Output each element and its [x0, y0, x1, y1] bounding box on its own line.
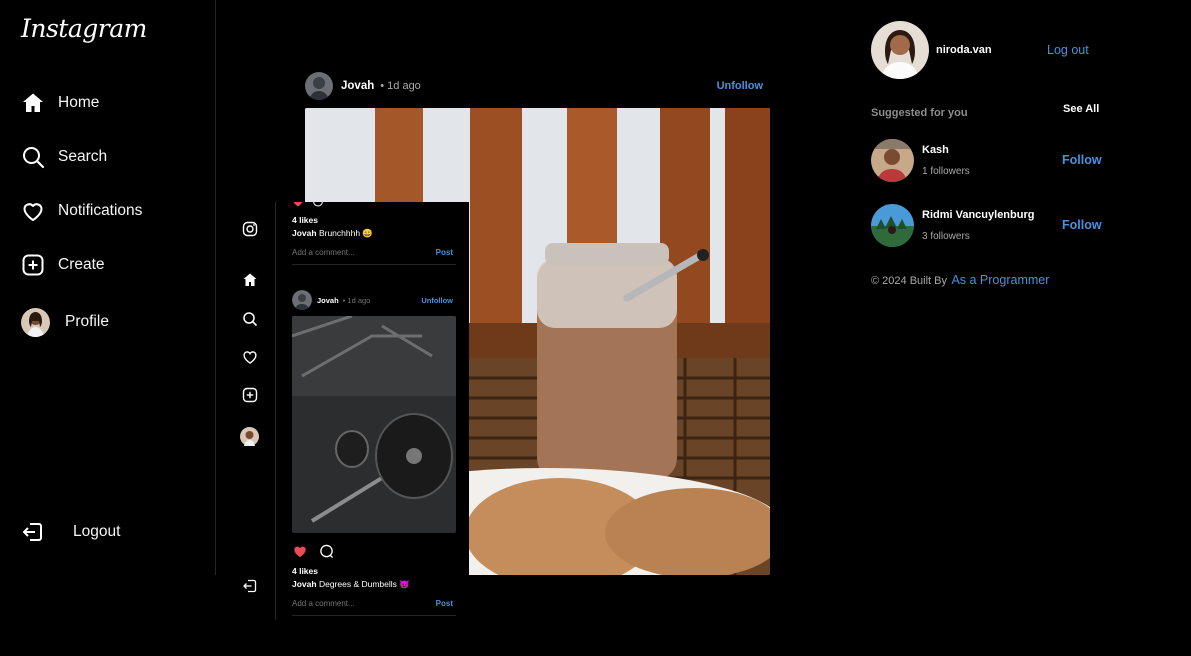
likes-count: 4 likes: [292, 215, 318, 225]
comment-icon[interactable]: [312, 202, 324, 208]
sidebar-item-label: Home: [58, 94, 100, 111]
logout-link[interactable]: Log out: [1047, 43, 1089, 57]
plus-square-icon[interactable]: [242, 387, 258, 403]
caption-username[interactable]: Jovah: [292, 228, 317, 238]
suggested-header: Suggested for you See All: [871, 103, 1101, 121]
mobile-nav-rail: [230, 202, 276, 620]
avatar[interactable]: [292, 290, 312, 310]
like-icon[interactable]: [292, 544, 308, 559]
sidebar-item-label: Profile: [65, 313, 109, 330]
logout-icon: [22, 523, 42, 541]
suggestion-item: Kash 1 followers Follow: [871, 138, 1102, 182]
post-caption: Jovah Degrees & Dumbells 😈: [292, 579, 456, 590]
sidebar-item-label: Create: [58, 256, 105, 273]
avatar[interactable]: [871, 138, 914, 182]
avatar[interactable]: [305, 72, 333, 100]
heart-icon: [23, 203, 43, 221]
post-actions: [292, 544, 334, 559]
suggestion-info: Kash 1 followers: [922, 144, 970, 177]
caption-username[interactable]: Jovah: [292, 579, 317, 589]
suggestion-followers: 3 followers: [922, 230, 970, 242]
post-username[interactable]: Jovah: [341, 80, 374, 92]
suggestion-item: Ridmi Vancuylenburg 3 followers Follow: [871, 203, 1102, 247]
follow-button[interactable]: Follow: [1062, 153, 1102, 167]
post-username[interactable]: Jovah: [317, 296, 339, 305]
footer-text: © 2024 Built By: [871, 275, 947, 287]
search-icon: [23, 147, 45, 169]
footer: © 2024 Built By As a Programmer: [871, 271, 1101, 289]
post-header: Jovah • 1d ago Unfollow: [305, 72, 770, 100]
suggested-title: Suggested for you: [871, 107, 968, 119]
avatar[interactable]: [871, 21, 929, 79]
sidebar-item-label: Search: [58, 148, 108, 165]
sidebar-item-search[interactable]: Search: [21, 142, 107, 172]
suggestion-name[interactable]: Ridmi Vancuylenburg: [922, 209, 1034, 221]
caption-text: Degrees & Dumbells 😈: [318, 579, 410, 589]
instagram-logo[interactable]: Instagram: [21, 14, 147, 43]
avatar: [21, 307, 50, 337]
sidebar-item-home[interactable]: Home: [21, 88, 99, 118]
sidebar-item-profile[interactable]: Profile: [21, 307, 109, 337]
sidebar: Instagram Home Search Notifications Crea…: [0, 0, 216, 575]
unfollow-button[interactable]: Unfollow: [717, 80, 763, 92]
suggestion-info: Ridmi Vancuylenburg 3 followers: [922, 209, 1034, 242]
home-icon[interactable]: [242, 272, 258, 288]
unfollow-button[interactable]: Unfollow: [421, 296, 453, 305]
logout-button[interactable]: Logout: [21, 517, 120, 547]
comment-row: Add a comment... Post: [292, 598, 456, 616]
suggestion-followers: 1 followers: [922, 165, 970, 177]
post-time: • 1d ago: [380, 80, 421, 92]
post-comment-button[interactable]: Post: [436, 599, 453, 608]
mobile-preview: 4 likes Jovah Brunchhhh 😄 Add a comment.…: [230, 202, 469, 620]
comment-icon[interactable]: [319, 544, 334, 559]
comment-input[interactable]: Add a comment...: [292, 599, 355, 608]
footer-link[interactable]: As a Programmer: [951, 273, 1049, 287]
current-user: niroda.van Log out: [871, 20, 1101, 80]
sidebar-item-create[interactable]: Create: [21, 250, 105, 280]
current-username[interactable]: niroda.van: [936, 44, 992, 56]
post-time: • 1d ago: [342, 295, 371, 305]
previous-post-actions: [292, 202, 324, 208]
post-caption: Jovah Brunchhhh 😄: [292, 228, 456, 239]
search-icon[interactable]: [242, 311, 258, 327]
logout-icon[interactable]: [242, 578, 258, 594]
mobile-post-header: Jovah • 1d ago Unfollow: [292, 290, 456, 310]
avatar[interactable]: [240, 427, 259, 446]
like-icon[interactable]: [292, 202, 304, 208]
instagram-glyph-icon[interactable]: [242, 221, 258, 237]
likes-count: 4 likes: [292, 566, 318, 576]
post-comment-button[interactable]: Post: [436, 248, 453, 257]
sidebar-item-notifications[interactable]: Notifications: [21, 196, 142, 226]
post-image[interactable]: [292, 316, 456, 533]
comment-row: Add a comment... Post: [292, 247, 456, 265]
heart-icon[interactable]: [242, 349, 258, 365]
suggestion-name[interactable]: Kash: [922, 144, 970, 156]
comment-input[interactable]: Add a comment...: [292, 248, 355, 257]
follow-button[interactable]: Follow: [1062, 218, 1102, 232]
logout-label: Logout: [73, 523, 121, 540]
avatar[interactable]: [871, 203, 914, 247]
home-icon: [23, 93, 43, 112]
plus-square-icon: [22, 254, 44, 276]
see-all-link[interactable]: See All: [1063, 103, 1099, 115]
sidebar-item-label: Notifications: [58, 202, 143, 219]
caption-text: Brunchhhh 😄: [318, 228, 374, 238]
